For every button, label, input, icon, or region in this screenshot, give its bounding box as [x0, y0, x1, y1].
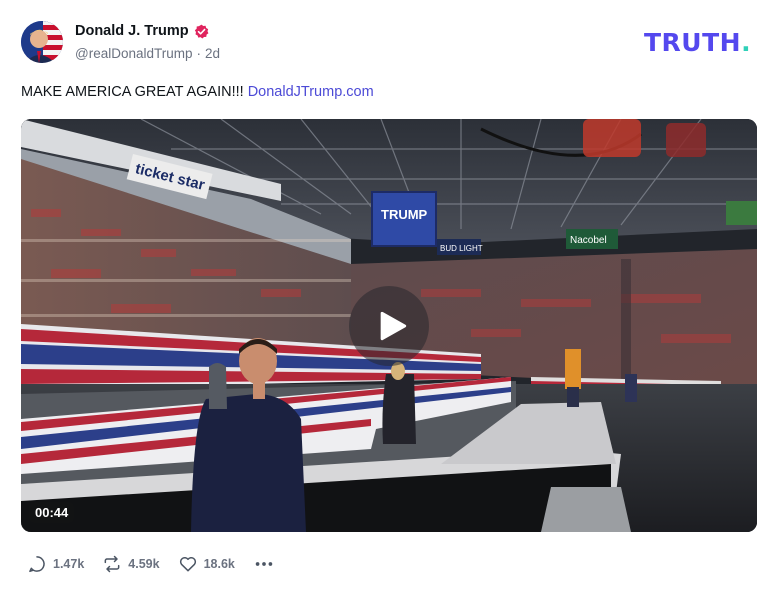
- heart-icon: [179, 557, 196, 572]
- play-icon: [380, 311, 407, 341]
- truth-post: Donald J. Trump @realDonaldTrump · 2d TRUT…: [0, 0, 778, 595]
- author-display-name[interactable]: Donald J. Trump: [75, 23, 189, 39]
- like-count: 18.6k: [203, 557, 235, 571]
- avatar-image: [21, 21, 63, 63]
- post-body: MAKE AMERICA GREAT AGAIN!!! DonaldJTrump…: [21, 84, 374, 100]
- arena-screen-text: TRUMP: [381, 207, 428, 222]
- like-button[interactable]: 18.6k: [178, 554, 235, 574]
- play-button[interactable]: [349, 286, 429, 366]
- post-age[interactable]: 2d: [205, 46, 220, 61]
- brand-dot: .: [741, 28, 752, 57]
- bud-light-sign: BUD LIGHT: [440, 244, 483, 253]
- post-text: MAKE AMERICA GREAT AGAIN!!!: [21, 84, 244, 100]
- author-name-row: Donald J. Trump: [75, 23, 209, 39]
- meta-separator: ·: [196, 46, 202, 61]
- author-meta: @realDonaldTrump · 2d: [75, 46, 220, 61]
- retruth-icon: [104, 555, 120, 573]
- avatar[interactable]: [21, 21, 63, 63]
- post-link[interactable]: DonaldJTrump.com: [248, 84, 374, 100]
- post-actions: 1.47k 4.59k 18.6k: [27, 554, 275, 574]
- reply-count: 1.47k: [53, 557, 85, 571]
- more-options-button[interactable]: [253, 554, 275, 574]
- video-player[interactable]: ticket star TRUMP BUD LIGHT Nacobel 00:4…: [21, 119, 757, 532]
- retruth-button[interactable]: 4.59k: [102, 554, 160, 574]
- more-icon: [255, 562, 273, 566]
- author-handle[interactable]: @realDonaldTrump: [75, 46, 193, 61]
- retruth-count: 4.59k: [128, 557, 160, 571]
- brand-name: TRUTH: [644, 28, 742, 57]
- nacobel-sign: Nacobel: [570, 235, 607, 246]
- truth-logo[interactable]: TRUTH.: [644, 28, 751, 57]
- video-duration: 00:44: [29, 502, 75, 523]
- verified-badge-icon: [194, 24, 209, 39]
- reply-button[interactable]: 1.47k: [27, 554, 84, 574]
- reply-icon: [29, 556, 45, 573]
